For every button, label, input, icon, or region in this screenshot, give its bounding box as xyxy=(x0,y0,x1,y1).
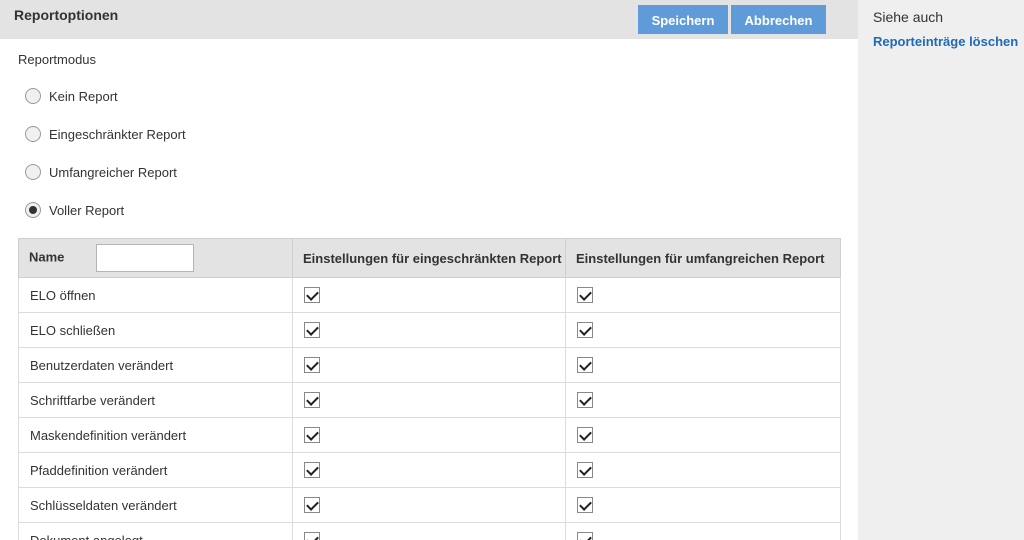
extensive-setting-cell xyxy=(565,452,841,488)
extensive-checkbox[interactable] xyxy=(577,392,593,409)
report-mode-label: Reportmodus xyxy=(18,52,97,67)
event-name-cell: Benutzerdaten verändert xyxy=(18,347,293,383)
extensive-checkbox[interactable] xyxy=(577,287,593,304)
column-header-name: Name xyxy=(18,238,293,278)
radio-button[interactable] xyxy=(25,164,41,180)
radio-voller-report[interactable]: Voller Report xyxy=(25,200,124,220)
radio-label: Eingeschränkter Report xyxy=(49,126,186,142)
event-name-cell: Maskendefinition verändert xyxy=(18,417,293,453)
extensive-checkbox[interactable] xyxy=(577,357,593,374)
save-button[interactable]: Speichern xyxy=(638,5,728,34)
column-header-extensive: Einstellungen für umfangreichen Report xyxy=(565,238,841,278)
table-row: Schlüsseldaten verändert xyxy=(18,487,841,523)
event-name-cell: ELO schließen xyxy=(18,312,293,348)
restricted-setting-cell xyxy=(292,382,566,418)
extensive-setting-cell xyxy=(565,522,841,540)
name-filter-input[interactable] xyxy=(96,244,195,272)
restricted-checkbox[interactable] xyxy=(304,427,320,444)
event-name-cell: ELO öffnen xyxy=(18,277,293,313)
extensive-setting-cell xyxy=(565,347,841,383)
radio-umfangreicher-report[interactable]: Umfangreicher Report xyxy=(25,162,177,182)
radio-label: Kein Report xyxy=(49,88,118,104)
restricted-checkbox[interactable] xyxy=(304,287,320,304)
event-name-cell: Pfaddefinition verändert xyxy=(18,452,293,488)
radio-kein-report[interactable]: Kein Report xyxy=(25,86,118,106)
column-header-restricted: Einstellungen für eingeschränkten Report xyxy=(292,238,566,278)
extensive-setting-cell xyxy=(565,487,841,523)
restricted-setting-cell xyxy=(292,522,566,540)
radio-label: Umfangreicher Report xyxy=(49,164,177,180)
radio-label: Voller Report xyxy=(49,202,125,218)
extensive-setting-cell xyxy=(565,382,841,418)
extensive-setting-cell xyxy=(565,277,841,313)
restricted-checkbox[interactable] xyxy=(304,357,320,374)
report-settings-table: Name Einstellungen für eingeschränkten R… xyxy=(18,238,841,540)
extensive-setting-cell xyxy=(565,417,841,453)
restricted-setting-cell xyxy=(292,347,566,383)
cancel-button[interactable]: Abbrechen xyxy=(731,5,826,34)
delete-report-entries-link[interactable]: Reporteinträge löschen xyxy=(873,34,1018,49)
table-row: Dokument angelegt xyxy=(18,522,841,540)
extensive-setting-cell xyxy=(565,312,841,348)
table-row: Benutzerdaten verändert xyxy=(18,347,841,383)
restricted-setting-cell xyxy=(292,417,566,453)
table-row: Schriftfarbe verändert xyxy=(18,382,841,418)
radio-button-checked[interactable] xyxy=(25,202,41,218)
radio-button[interactable] xyxy=(25,126,41,142)
see-also-title: Siehe auch xyxy=(873,9,944,25)
restricted-checkbox[interactable] xyxy=(304,462,320,479)
extensive-checkbox[interactable] xyxy=(577,462,593,479)
event-name-cell: Schriftfarbe verändert xyxy=(18,382,293,418)
extensive-checkbox[interactable] xyxy=(577,427,593,444)
extensive-checkbox[interactable] xyxy=(577,497,593,514)
report-options-panel: Reportoptionen Speichern Abbrechen Repor… xyxy=(0,0,858,540)
panel-header: Reportoptionen Speichern Abbrechen xyxy=(0,0,858,39)
column-header-name-label: Name xyxy=(29,249,65,265)
event-name-cell: Schlüsseldaten verändert xyxy=(18,487,293,523)
restricted-setting-cell xyxy=(292,277,566,313)
restricted-checkbox[interactable] xyxy=(304,392,320,409)
radio-eingeschraenkter-report[interactable]: Eingeschränkter Report xyxy=(25,124,186,144)
table-row: Pfaddefinition verändert xyxy=(18,452,841,488)
table-row: Maskendefinition verändert xyxy=(18,417,841,453)
radio-button[interactable] xyxy=(25,88,41,104)
extensive-checkbox[interactable] xyxy=(577,532,593,540)
restricted-setting-cell xyxy=(292,312,566,348)
see-also-sidebar: Siehe auch Reporteinträge löschen xyxy=(858,0,1024,540)
table-row: ELO schließen xyxy=(18,312,841,348)
event-name-cell: Dokument angelegt xyxy=(18,522,293,540)
restricted-checkbox[interactable] xyxy=(304,322,320,339)
table-row: ELO öffnen xyxy=(18,277,841,313)
restricted-checkbox[interactable] xyxy=(304,497,320,514)
restricted-setting-cell xyxy=(292,452,566,488)
restricted-setting-cell xyxy=(292,487,566,523)
extensive-checkbox[interactable] xyxy=(577,322,593,339)
table-header-row: Name Einstellungen für eingeschränkten R… xyxy=(18,238,841,278)
page-title: Reportoptionen xyxy=(14,7,119,23)
restricted-checkbox[interactable] xyxy=(304,532,320,540)
